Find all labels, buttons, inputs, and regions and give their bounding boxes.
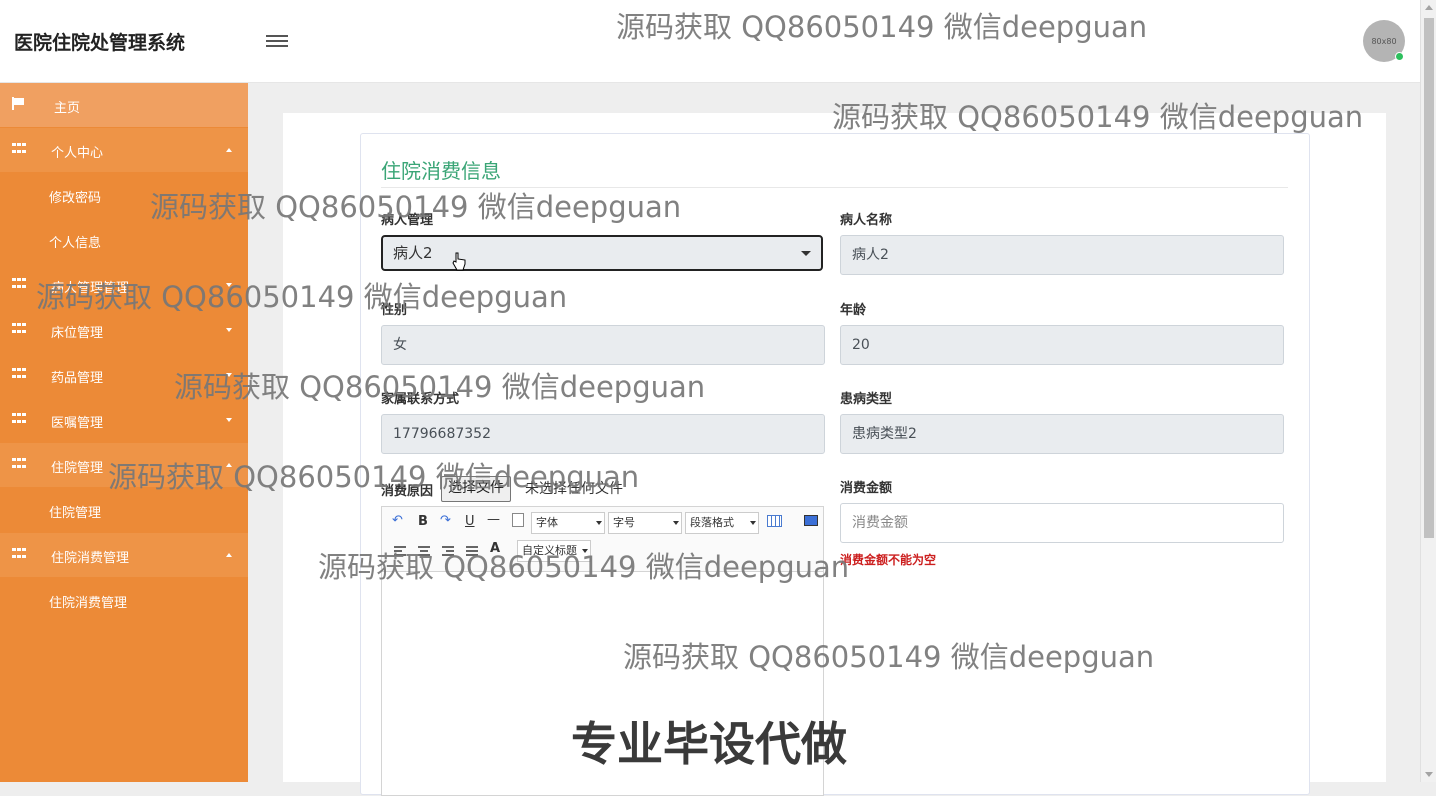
age-label: 年龄: [840, 303, 867, 318]
family-contact-field[interactable]: 17796687352: [381, 414, 825, 454]
caret-up-icon: [226, 148, 232, 152]
avatar[interactable]: 80x80: [1363, 20, 1405, 62]
flag-icon: [12, 97, 24, 110]
scroll-down-icon[interactable]: [1425, 772, 1433, 777]
sidebar-item-label: 医嘱管理: [51, 416, 104, 431]
sidebar-item-personal-center[interactable]: 个人中心: [0, 128, 248, 172]
redo-icon[interactable]: ↷: [440, 513, 451, 528]
age-field[interactable]: 20: [840, 325, 1284, 365]
page-scrollbar[interactable]: [1420, 0, 1436, 782]
caret-down-icon: [226, 418, 232, 422]
dropdown-icon: [673, 521, 679, 525]
watermark-text: 源码获取 QQ86050149 微信deepguan: [174, 370, 706, 404]
paragraph-format-select[interactable]: 段落格式: [685, 512, 759, 534]
ad-watermark-text: 专业毕设代做: [571, 717, 847, 771]
font-family-label: 字体: [536, 516, 558, 529]
watermark-text: 源码获取 QQ86050149 微信deepguan: [832, 100, 1364, 134]
undo-icon[interactable]: ↶: [392, 513, 403, 528]
bold-icon[interactable]: B: [418, 514, 428, 529]
sidebar-subitem-personal-info[interactable]: 个人信息: [49, 232, 101, 251]
horizontal-rule-icon[interactable]: —: [487, 512, 500, 527]
caret-up-icon: [226, 553, 232, 557]
scroll-up-icon[interactable]: [1425, 5, 1433, 10]
watermark-text: 源码获取 QQ86050149 微信deepguan: [150, 190, 682, 224]
amount-label: 消费金额: [840, 481, 893, 496]
watermark-text: 源码获取 QQ86050149 微信deepguan: [36, 280, 568, 314]
disease-type-label: 患病类型: [840, 392, 893, 407]
form-title: 住院消费信息: [381, 159, 501, 183]
watermark-text: 源码获取 QQ86050149 微信deepguan: [318, 550, 850, 584]
sidebar-subitem-consumption[interactable]: 住院消费管理: [49, 592, 127, 611]
watermark-text: 源码获取 QQ86050149 微信deepguan: [623, 640, 1155, 674]
hand-cursor-icon: [452, 252, 466, 271]
grid-icon: [12, 323, 26, 335]
table-icon[interactable]: [767, 515, 782, 527]
sidebar-item-label: 个人中心: [51, 146, 104, 161]
dropdown-icon: [750, 521, 756, 525]
watermark-text: 源码获取 QQ86050149 微信deepguan: [616, 10, 1148, 44]
patient-manage-select[interactable]: 病人2: [381, 235, 823, 271]
online-status-dot-icon: [1395, 52, 1404, 61]
sidebar-item-label: 住院管理: [51, 461, 104, 476]
sidebar-item-home[interactable]: 主页: [0, 83, 248, 127]
sidebar-item-label: 住院消费管理: [51, 551, 130, 566]
sidebar-item-label: 药品管理: [51, 371, 104, 386]
underline-icon[interactable]: U: [465, 514, 475, 529]
patient-manage-selected-value: 病人2: [393, 244, 433, 262]
sidebar-item-consumption-manage[interactable]: 住院消费管理: [0, 533, 248, 577]
patient-name-field[interactable]: 病人2: [840, 235, 1284, 275]
hamburger-menu-icon[interactable]: [266, 32, 288, 50]
sidebar-item-label: 主页: [54, 101, 81, 116]
sidebar-subitem-hospitalization[interactable]: 住院管理: [49, 502, 101, 521]
sidebar-item-label: 床位管理: [51, 326, 104, 341]
grid-icon: [12, 278, 26, 290]
grid-icon: [12, 458, 26, 470]
grid-icon: [12, 413, 26, 425]
amount-error-message: 消费金额不能为空: [840, 553, 937, 567]
sidebar-subitem-change-password[interactable]: 修改密码: [49, 187, 101, 206]
avatar-placeholder-text: 80x80: [1371, 36, 1397, 46]
font-family-select[interactable]: 字体: [531, 512, 605, 534]
app-title: 医院住院处管理系统: [14, 32, 186, 54]
chevron-down-icon: [801, 251, 811, 256]
page-icon[interactable]: [512, 513, 524, 527]
paragraph-format-label: 段落格式: [690, 516, 734, 529]
gender-field[interactable]: 女: [381, 325, 825, 365]
grid-icon: [12, 143, 26, 155]
preview-monitor-icon[interactable]: [804, 515, 818, 526]
patient-name-label: 病人名称: [840, 213, 893, 228]
font-size-label: 字号: [613, 516, 635, 529]
grid-icon: [12, 368, 26, 380]
grid-icon: [12, 548, 26, 560]
dropdown-icon: [596, 521, 602, 525]
caret-down-icon: [226, 328, 232, 332]
scrollbar-thumb[interactable]: [1424, 18, 1434, 538]
disease-type-field[interactable]: 患病类型2: [840, 414, 1284, 454]
font-size-select[interactable]: 字号: [608, 512, 682, 534]
amount-input[interactable]: 消费金额: [840, 503, 1284, 543]
watermark-text: 源码获取 QQ86050149 微信deepguan: [108, 460, 640, 494]
